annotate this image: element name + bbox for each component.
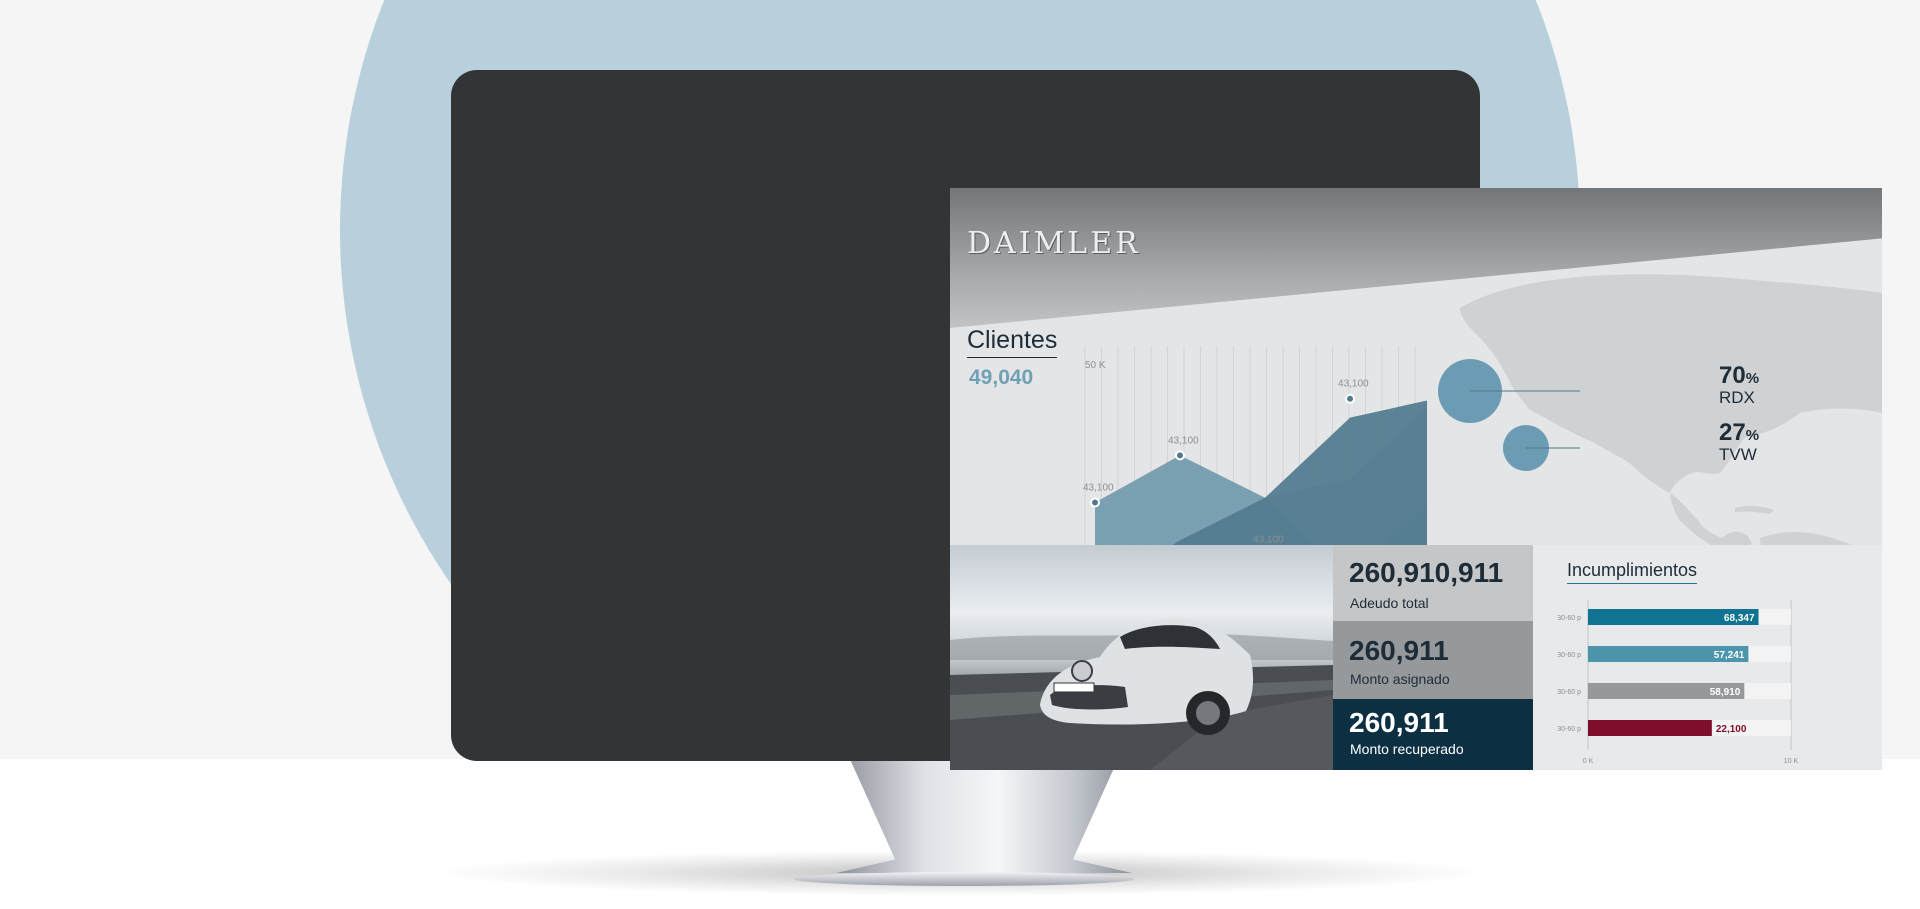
clientes-value: 49,040 bbox=[969, 366, 1034, 389]
stat-monto-recuperado: 260,911 Monto recuperado bbox=[1333, 699, 1533, 770]
stat-monto-asignado-value: 260,911 bbox=[1349, 635, 1449, 666]
brand-logo: DAIMLER bbox=[967, 226, 1141, 261]
map-stat-tvw-name: TVW bbox=[1719, 445, 1757, 464]
chart-point bbox=[1090, 497, 1100, 508]
map-stat-tvw: 27% TVW bbox=[1719, 419, 1759, 465]
bar-category-label: 30-60 p bbox=[1557, 652, 1581, 659]
chart-point-label: 43,100 bbox=[1083, 483, 1114, 494]
car-photo bbox=[950, 545, 1333, 770]
map-stat-rdx: 70% RDX bbox=[1719, 362, 1759, 408]
bar-category-label: 30-60 p bbox=[1557, 615, 1581, 622]
bar-value-label: 57,241 bbox=[1714, 650, 1745, 661]
bar bbox=[1588, 720, 1712, 736]
stat-monto-recuperado-value: 260,911 bbox=[1349, 707, 1449, 738]
bar-category-label: 30-60 p bbox=[1557, 726, 1581, 733]
stat-adeudo-total-value: 260,910,911 bbox=[1349, 557, 1504, 588]
map-stat-tvw-number: 27 bbox=[1719, 419, 1746, 446]
car-illustration bbox=[950, 618, 1333, 770]
bar-category-label: 30-60 p bbox=[1557, 689, 1581, 696]
bar-value-label: 58,910 bbox=[1710, 687, 1741, 698]
chart-point-label: 43,100 bbox=[1253, 534, 1284, 545]
stat-monto-recuperado-label: Monto recuperado bbox=[1350, 741, 1464, 757]
clientes-title: Clientes bbox=[967, 326, 1058, 358]
chart-point bbox=[1345, 393, 1356, 404]
bar-tick-label: 0 K bbox=[1583, 758, 1594, 765]
monitor-base bbox=[794, 872, 1134, 886]
bar-value-label: 22,100 bbox=[1716, 724, 1747, 735]
stat-monto-asignado-label: Monto asignado bbox=[1350, 671, 1450, 687]
y-tick-label: 50 K bbox=[1085, 360, 1106, 371]
stat-monto-asignado: 260,911 Monto asignado bbox=[1333, 621, 1533, 699]
incumplimientos-panel: Incumplimientos 30-60 p 68,347 30-60 p 57,2… bbox=[1533, 545, 1882, 770]
bar-tick-label: 10 K bbox=[1784, 758, 1799, 765]
stat-adeudo-total-label: Adeudo total bbox=[1350, 595, 1429, 611]
chart-point-label: 43,100 bbox=[1168, 435, 1199, 446]
stat-adeudo-total: 260,910,911 Adeudo total bbox=[1333, 545, 1533, 621]
chart-point-label: 43,100 bbox=[1338, 379, 1369, 390]
dashboard-screen: DAIMLER Clientes 49,040 50 K 43,100 43,10… bbox=[950, 188, 1882, 770]
monitor-bezel: DAIMLER Clientes 49,040 50 K 43,100 43,10… bbox=[451, 70, 1882, 770]
chart-point bbox=[1175, 450, 1186, 461]
map-stat-tvw-suffix: % bbox=[1745, 427, 1760, 444]
map-stat-rdx-suffix: % bbox=[1745, 370, 1760, 387]
bar-value-label: 68,347 bbox=[1724, 613, 1755, 624]
map-stat-rdx-number: 70 bbox=[1719, 362, 1746, 389]
incumplimientos-title: Incumplimientos bbox=[1567, 560, 1698, 584]
map-stat-rdx-name: RDX bbox=[1719, 388, 1755, 407]
incumplimientos-bar-chart: 30-60 p 68,347 30-60 p 57,241 30-60 p 58,910 3… bbox=[1557, 600, 1799, 765]
